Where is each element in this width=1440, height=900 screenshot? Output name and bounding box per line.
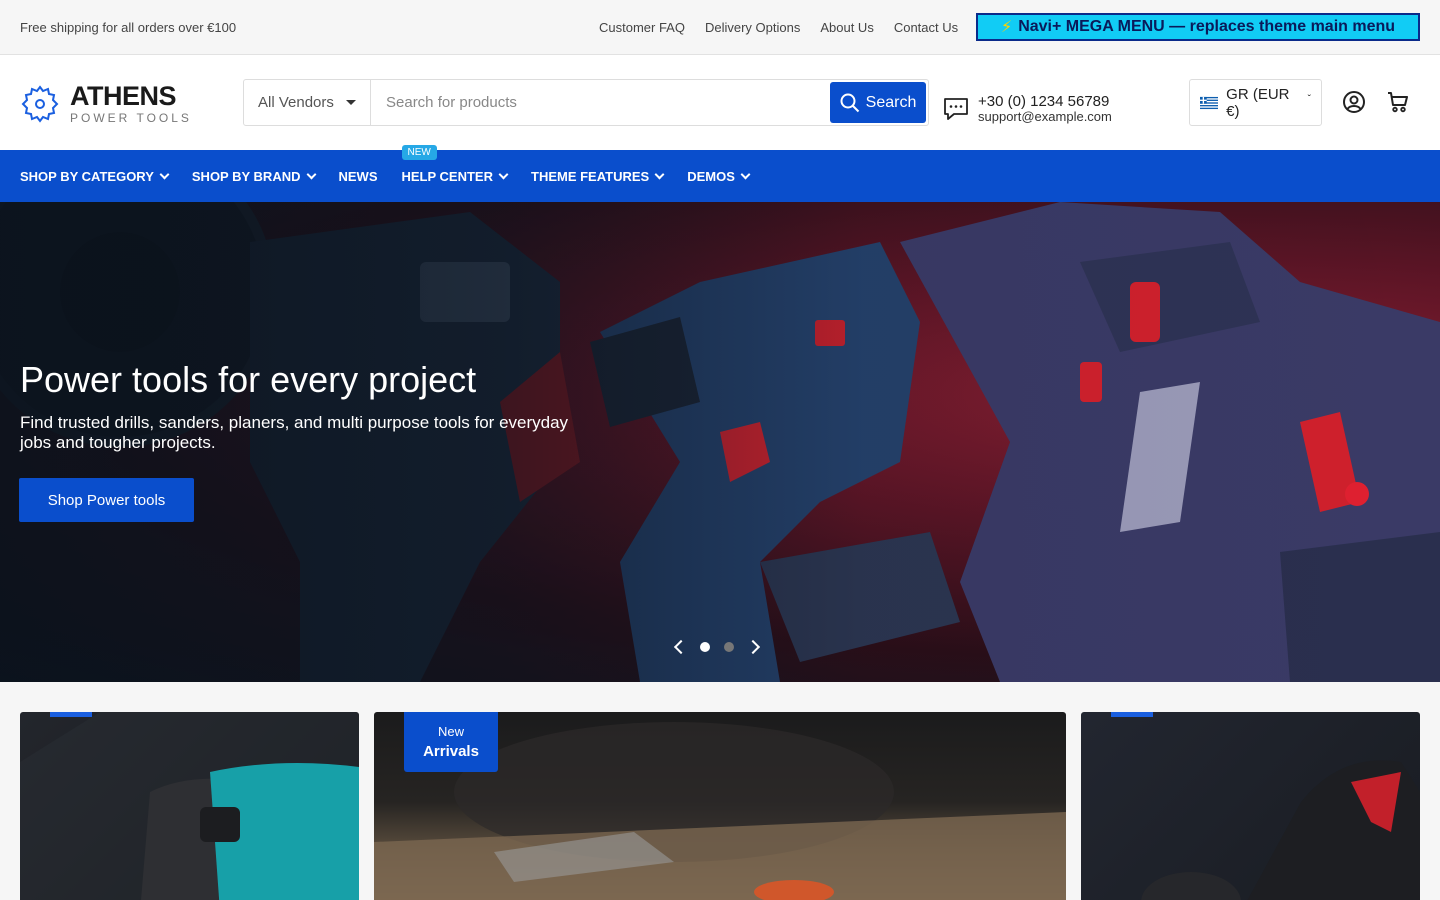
vendor-select[interactable]: All Vendors xyxy=(244,80,371,125)
nav-shop-by-category[interactable]: SHOP BY CATEGORY xyxy=(20,168,170,184)
contact-info: +30 (0) 1234 56789 support@example.com xyxy=(942,93,1112,125)
new-badge: NEW xyxy=(401,144,437,160)
account-icon[interactable] xyxy=(1342,90,1366,114)
collection-card-1[interactable] xyxy=(20,712,359,900)
nav-news[interactable]: NEWS xyxy=(339,169,378,184)
chevron-down-icon xyxy=(740,169,751,179)
nav-help-center[interactable]: NEW HELP CENTER xyxy=(401,144,509,184)
mega-menu-banner[interactable]: ⚡ Navi+ MEGA MENU — replaces theme main … xyxy=(976,13,1420,41)
hero-slideshow: Power tools for every project Find trust… xyxy=(0,202,1440,682)
currency-selector[interactable]: GR (EUR €) ˇ xyxy=(1189,79,1322,126)
caret-down-icon xyxy=(346,100,356,105)
store-logo[interactable]: ATHENS POWER TOOLS xyxy=(20,83,192,124)
hero-title: Power tools for every project xyxy=(20,359,477,400)
new-arrivals-tag: New Arrivals xyxy=(404,712,498,772)
chevron-down-icon xyxy=(498,169,509,179)
collection-card-new-arrivals[interactable]: New Arrivals xyxy=(374,712,1066,900)
lightning-icon: ⚡ xyxy=(1000,19,1013,36)
nav-label: SHOP BY BRAND xyxy=(191,168,301,184)
hero-subtitle: Find trusted drills, sanders, planers, a… xyxy=(20,413,569,453)
new-tag-line2: Arrivals xyxy=(423,743,479,760)
search-bar: All Vendors Search xyxy=(243,79,929,126)
nav-theme-features[interactable]: THEME FEATURES xyxy=(531,168,665,184)
slide-dot-2[interactable] xyxy=(724,642,734,652)
new-tag-line1: New xyxy=(437,724,464,739)
link-delivery-options[interactable]: Delivery Options xyxy=(705,20,800,35)
sander-image xyxy=(20,712,359,900)
hero-cta-button[interactable]: Shop Power tools xyxy=(19,478,194,522)
chevron-down-icon xyxy=(306,169,316,179)
card-tag xyxy=(1111,712,1153,717)
shipping-notice: Free shipping for all orders over €100 xyxy=(20,19,237,35)
contact-phone[interactable]: +30 (0) 1234 56789 xyxy=(978,93,1112,110)
link-customer-faq[interactable]: Customer FAQ xyxy=(599,20,685,35)
cart-icon[interactable] xyxy=(1386,90,1410,114)
nav-shop-by-brand[interactable]: SHOP BY BRAND xyxy=(191,168,316,184)
currency-value: GR (EUR €) xyxy=(1226,85,1290,120)
search-icon xyxy=(840,93,859,112)
slideshow-controls xyxy=(673,639,761,655)
chevron-down-icon xyxy=(654,169,665,179)
nav-label: HELP CENTER xyxy=(401,168,494,184)
slide-dot-1[interactable] xyxy=(700,642,710,652)
nav-label: NEWS xyxy=(338,168,378,184)
top-links: Customer FAQ Delivery Options About Us C… xyxy=(599,0,958,55)
chat-bubble-icon xyxy=(944,98,968,120)
link-about-us[interactable]: About Us xyxy=(820,20,873,35)
site-header: ATHENS POWER TOOLS All Vendors Search +3… xyxy=(0,55,1440,150)
vendor-select-value: All Vendors xyxy=(258,94,334,111)
collection-card-3[interactable] xyxy=(1081,712,1420,900)
nav-demos[interactable]: DEMOS xyxy=(687,168,751,184)
link-contact-us[interactable]: Contact Us xyxy=(894,20,958,35)
nav-label: DEMOS xyxy=(687,168,735,184)
search-button-label: Search xyxy=(865,93,917,111)
nav-label: SHOP BY CATEGORY xyxy=(20,168,154,184)
chevron-right-icon[interactable] xyxy=(745,639,761,655)
search-input[interactable] xyxy=(371,80,828,125)
greece-flag-icon xyxy=(1200,96,1219,109)
main-nav: SHOP BY CATEGORY SHOP BY BRAND NEWS NEW … xyxy=(0,144,1440,202)
chevron-down-icon: ˇ xyxy=(1307,94,1311,105)
chevron-left-icon[interactable] xyxy=(673,639,689,655)
chevron-down-icon xyxy=(159,169,170,179)
card-tag xyxy=(50,712,92,717)
contact-email[interactable]: support@example.com xyxy=(978,109,1112,125)
jigsaw-image xyxy=(1141,760,1420,900)
collection-cards: New Arrivals xyxy=(0,682,1440,900)
announcement-bar: Free shipping for all orders over €100 C… xyxy=(0,0,1440,55)
logo-subtitle: POWER TOOLS xyxy=(70,111,192,125)
logo-title: ATHENS xyxy=(70,81,177,111)
gear-logo-icon xyxy=(21,84,59,123)
mega-menu-label: Navi+ MEGA MENU — replaces theme main me… xyxy=(1018,18,1396,35)
search-button[interactable]: Search xyxy=(830,82,926,123)
nav-label: THEME FEATURES xyxy=(531,168,650,184)
